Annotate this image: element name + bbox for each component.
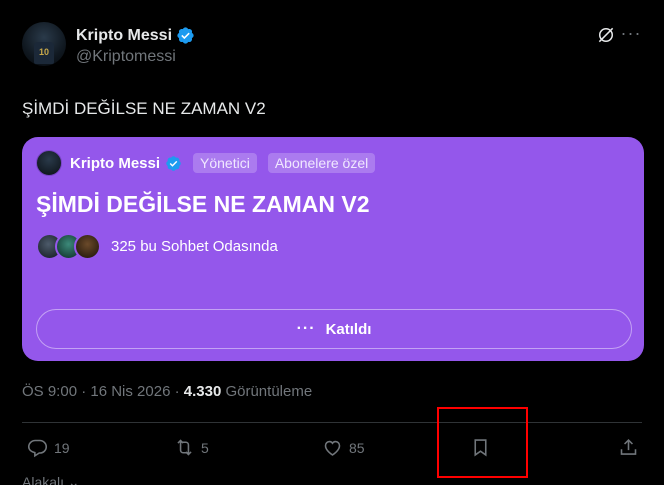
tweet-meta: ÖS 9:00 · 16 Nis 2026 · 4.330 Görüntülem…	[22, 383, 312, 400]
share-icon	[620, 438, 637, 455]
like-count: 85	[349, 439, 365, 456]
share-button[interactable]	[618, 437, 639, 458]
reply-count: 19	[54, 439, 70, 456]
tweet-timestamp[interactable]: ÖS 9:00 · 16 Nis 2026 ·	[22, 383, 184, 400]
repost-count: 5	[201, 439, 209, 456]
listeners-count-text: 325 bu Sohbet Odasında	[111, 238, 278, 255]
dots-icon: ···	[296, 320, 316, 337]
admin-badge: Yönetici	[193, 153, 257, 173]
related-label[interactable]: Alakalı ⌄	[22, 474, 80, 485]
author-avatar[interactable]: 10	[22, 22, 66, 66]
avatar-jersey-number: 10	[39, 47, 50, 57]
space-host-name: Kripto Messi	[70, 154, 161, 172]
subscribers-badge: Abonelere özel	[267, 153, 376, 173]
author-name-row: Kripto Messi	[76, 26, 195, 45]
repost-icon	[177, 439, 192, 456]
space-title: ŞİMDİ DEĞİLSE NE ZAMAN V2	[36, 191, 370, 217]
like-button[interactable]: 85	[322, 437, 365, 458]
action-bar: 19 5 85	[22, 437, 642, 463]
verified-icon	[177, 27, 194, 44]
tweet-header: 10 Kripto Messi @Kriptomessi ···	[22, 22, 642, 70]
views-count: 4.330	[183, 383, 222, 400]
repost-button[interactable]: 5	[174, 437, 209, 458]
space-host-avatar	[36, 150, 62, 176]
like-icon	[324, 440, 341, 456]
divider	[22, 422, 642, 423]
author-display-name[interactable]: Kripto Messi	[76, 27, 172, 45]
tweet-text: ŞİMDİ DEĞİLSE NE ZAMAN V2	[22, 99, 266, 118]
reply-icon	[27, 439, 48, 458]
author-handle[interactable]: @Kriptomessi	[76, 48, 176, 66]
join-label: Katıldı	[325, 320, 372, 338]
space-listeners: 325 bu Sohbet Odasında	[36, 233, 278, 260]
highlight-box	[437, 407, 528, 478]
reply-button[interactable]: 19	[27, 437, 70, 458]
more-icon[interactable]: ···	[620, 24, 642, 46]
views-label: Görüntüleme	[221, 383, 313, 400]
space-host-row: Kripto Messi Yönetici Abonelere özel	[36, 150, 376, 176]
verified-icon	[166, 155, 181, 171]
space-joined-button[interactable]: ··· Katıldı	[36, 309, 632, 349]
grok-icon[interactable]	[596, 25, 616, 45]
listener-avatar	[74, 233, 101, 260]
space-card[interactable]: Kripto Messi Yönetici Abonelere özel ŞİM…	[22, 137, 644, 361]
